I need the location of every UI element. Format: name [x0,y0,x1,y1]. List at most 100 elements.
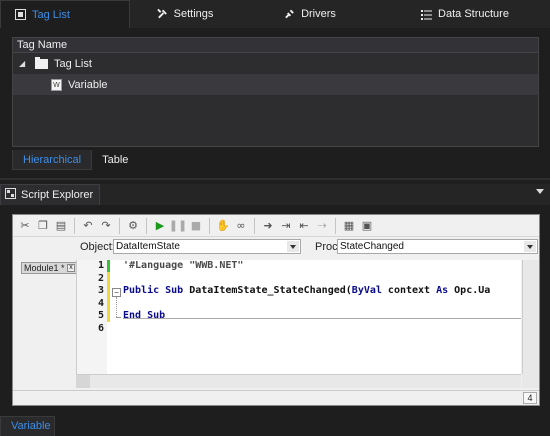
object-value: DataItemState [116,241,180,252]
step-into-icon[interactable]: ➜ [260,218,276,234]
object-proc-row: Object: DataItemState Proc: StateChanged [13,237,539,257]
pause-icon[interactable]: ❚❚ [169,218,187,234]
tab-tag-list[interactable]: Tag List [0,0,130,28]
paste-icon[interactable]: ▤ [53,218,69,234]
horizontal-scrollbar[interactable] [76,374,521,388]
editor-toolbar: ✂ ❐ ▤ ↶ ↷ ⚙ ▶ ❚❚ ■ ✋ ∞ ➜ ⇥ ⇤ ⇢ ▦ ▣ [13,215,539,237]
view-tab-bar: Hierarchical Table [12,150,138,170]
step-over-icon[interactable]: ⇥ [278,218,294,234]
object-label: Object: [80,241,115,253]
tab-drivers[interactable]: Drivers [240,0,380,28]
line-number: 3 [97,285,104,296]
toolbar-separator [146,217,147,234]
breakpoint-hand-icon[interactable]: ✋ [215,218,231,234]
panel-divider[interactable] [0,178,550,180]
toolbar-separator [74,217,75,234]
tag-tree-panel: Tag Name ◢ Tag List W Variable [12,37,539,147]
references-icon[interactable]: ⚙ [125,218,141,234]
chevron-down-icon[interactable] [287,241,299,252]
main-tab-bar: Tag List Settings Drivers Data Structure [0,0,550,28]
copy-icon[interactable]: ❐ [35,218,51,234]
module-tab-label: Module1 * [24,263,65,273]
tab-variable[interactable]: Variable [0,416,55,436]
code-line-5: End Sub [123,310,521,323]
code-line-3: Public Sub DataItemState_StateChanged(By… [123,285,521,298]
folder-icon [35,56,48,69]
tree-item-variable[interactable]: W Variable [13,74,538,95]
code-text[interactable]: '#Language "WWB.NET" Public Sub DataItem… [123,260,521,374]
tab-label: Drivers [301,8,336,20]
line-number: 5 [97,310,104,321]
scrollbar-corner [522,374,539,388]
close-icon[interactable]: x [67,264,75,272]
line-number-gutter: 1 2 3 4 5 6 [77,260,107,374]
object-dropdown[interactable]: DataItemState [113,239,301,254]
cut-icon[interactable]: ✂ [17,218,33,234]
dialog-editor-icon[interactable]: ▣ [359,218,375,234]
tree-item-label: Tag List [54,57,92,70]
fold-guide [116,297,117,317]
line-number: 6 [97,322,104,334]
panel-menu-chevron-down-icon[interactable] [536,189,544,194]
code-editor[interactable]: 1 2 3 4 5 6 − '#Language "WWB.NET" Publi… [76,260,521,374]
run-icon[interactable]: ▶ [152,218,168,234]
toolbar-separator [119,217,120,234]
script-explorer-header: Script Explorer [0,184,550,205]
line-number: 1 [97,260,104,271]
collapse-icon[interactable]: − [112,288,121,297]
line-number: 2 [97,272,104,284]
keyword: Public Sub [123,285,190,296]
keyword: ByVal [351,285,382,296]
quick-watch-icon[interactable]: ∞ [233,218,249,234]
step-out-icon[interactable]: ⇤ [296,218,312,234]
column-header-tag-name[interactable]: Tag Name [13,38,538,53]
proc-value: StateChanged [340,241,404,252]
expand-triangle-icon[interactable]: ◢ [19,59,29,68]
list-icon [421,9,433,20]
keyword: End Sub [123,310,166,321]
tree-item-label: Variable [68,78,108,91]
keyword: As [436,285,449,296]
run-to-cursor-icon[interactable]: ⇢ [314,218,330,234]
tab-label: Script Explorer [21,189,94,201]
code-line-1: '#Language "WWB.NET" [123,260,521,273]
stop-icon[interactable]: ■ [188,218,204,234]
editor-status-bar: 4 [13,390,539,405]
unsaved-change-marker [107,272,110,322]
tab-hierarchical[interactable]: Hierarchical [12,150,93,170]
tree-item-tag-list[interactable]: ◢ Tag List [13,53,538,74]
tab-table[interactable]: Table [92,150,138,170]
tag-list-icon [15,9,26,20]
param: context [381,285,437,296]
tab-label: Settings [173,8,214,20]
module-tab[interactable]: Module1 * x [21,262,77,274]
tab-label: Tag List [32,8,70,21]
script-editor: ✂ ❐ ▤ ↶ ↷ ⚙ ▶ ❚❚ ■ ✋ ∞ ➜ ⇥ ⇤ ⇢ ▦ ▣ Objec… [12,214,540,406]
redo-icon[interactable]: ↷ [98,218,114,234]
toolbar-separator [209,217,210,234]
procedure-separator [123,318,521,319]
variable-icon: W [51,78,62,91]
status-value: 4 [523,392,537,404]
language-directive: '#Language "WWB.NET" [123,260,244,271]
saved-change-marker [107,260,110,272]
plug-icon [284,9,295,20]
undo-icon[interactable]: ↶ [80,218,96,234]
script-explorer-icon [5,188,16,202]
proc-dropdown[interactable]: StateChanged [337,239,538,254]
object-browser-icon[interactable]: ▦ [341,218,357,234]
tab-label: Data Structure [438,8,509,20]
tab-script-explorer[interactable]: Script Explorer [0,184,100,205]
tab-data-structure[interactable]: Data Structure [380,0,550,28]
type: Opc.Ua [448,285,491,296]
sub-name: DataItemState_StateChanged( [189,285,352,296]
vertical-scrollbar[interactable] [522,260,539,374]
wrench-icon [156,8,168,20]
fold-end [116,317,121,318]
chevron-down-icon[interactable] [524,241,536,252]
scroll-left-button[interactable] [76,375,90,388]
tab-settings[interactable]: Settings [130,0,240,28]
